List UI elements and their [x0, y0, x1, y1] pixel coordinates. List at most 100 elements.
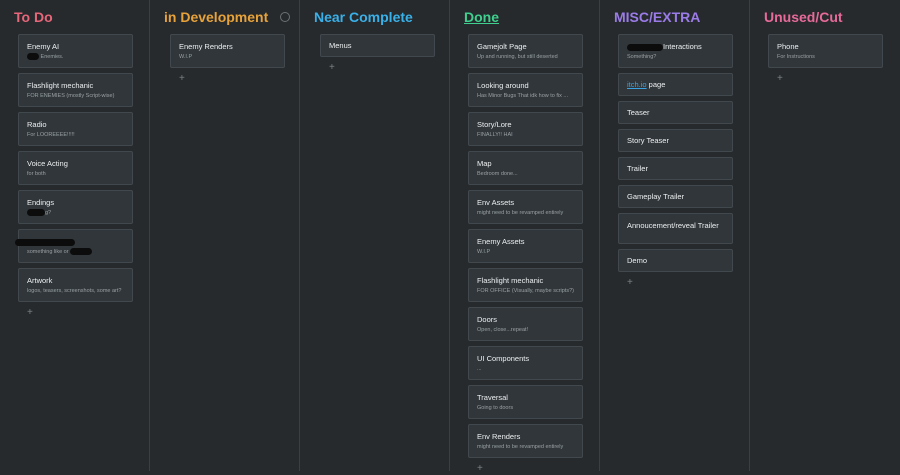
- card-subtitle: Up and running, but still deserted: [477, 54, 558, 60]
- card-title: Artwork: [27, 276, 53, 285]
- card-env-renders[interactable]: Env Renders might need to be revamped en…: [468, 424, 583, 458]
- add-card-button[interactable]: +: [627, 277, 637, 289]
- card-subtitle: W.I.P: [179, 54, 193, 60]
- card-title: Demo: [627, 256, 648, 265]
- card-subtitle: Something?: [627, 54, 657, 60]
- card-title: Annoucement/reveal Trailer: [627, 221, 719, 230]
- card-title: Menus: [329, 41, 352, 50]
- column-title: To Do: [14, 9, 53, 25]
- card-title: Trailer: [627, 164, 648, 173]
- column-title: Unused/Cut: [764, 9, 843, 25]
- card-traversal[interactable]: Traversal Going to doors: [468, 385, 583, 419]
- column-in-development: in Development Enemy Renders W.I.P +: [150, 0, 300, 471]
- card-title: Gamejolt Page: [477, 42, 527, 51]
- card-interactions[interactable]: Interactions Something?: [618, 34, 733, 68]
- card-enemy-assets[interactable]: Enemy Assets W.I.P: [468, 229, 583, 263]
- card-story-teaser[interactable]: Story Teaser: [618, 129, 733, 152]
- column-header[interactable]: Done: [450, 0, 599, 34]
- card-subtitle: Bedroom done...: [477, 171, 518, 177]
- card-title: page: [646, 80, 666, 89]
- card-title: Looking around: [477, 81, 529, 90]
- card-subtitle: ...: [477, 366, 482, 372]
- card-title: Voice Acting: [27, 159, 68, 168]
- card-title: Doors: [477, 315, 498, 324]
- card-looking-around[interactable]: Looking around Has Minor Bugs That idk h…: [468, 73, 583, 107]
- card-title: Flashlight mechanic: [477, 276, 544, 285]
- card-redacted[interactable]: something like or: [15, 229, 133, 263]
- card-doors[interactable]: Doors Open, close...repeat!: [468, 307, 583, 341]
- card-menus[interactable]: Menus: [320, 34, 435, 57]
- column-title: Done: [464, 9, 499, 25]
- card-env-assets[interactable]: Env Assets might need to be revamped ent…: [468, 190, 583, 224]
- card-flashlight-mechanic[interactable]: Flashlight mechanic FOR ENEMIES (mostly …: [18, 73, 133, 107]
- add-card-button[interactable]: +: [777, 73, 787, 85]
- column-header[interactable]: MISC/EXTRA: [600, 0, 749, 34]
- card-title: Teaser: [627, 108, 650, 117]
- add-card-button[interactable]: +: [179, 73, 189, 85]
- card-subtitle: something like or: [27, 249, 69, 255]
- redaction-mark: [627, 43, 663, 51]
- card-teaser[interactable]: Teaser: [618, 101, 733, 124]
- card-subtitle: for both: [27, 171, 46, 177]
- card-title: Story/Lore: [477, 120, 512, 129]
- card-title: Env Assets: [477, 198, 515, 207]
- card-artwork[interactable]: Artwork logos, teasers, screenshots, som…: [18, 268, 133, 302]
- card-title: Traversal: [477, 393, 508, 402]
- card-gamejolt-page[interactable]: Gamejolt Page Up and running, but still …: [468, 34, 583, 68]
- column-title: Near Complete: [314, 9, 413, 25]
- card-subtitle: g?: [45, 210, 52, 216]
- card-gameplay-trailer[interactable]: Gameplay Trailer: [618, 185, 733, 208]
- add-card-button[interactable]: +: [477, 463, 487, 475]
- card-subtitle: W.I.P: [477, 249, 491, 255]
- card-subtitle: logos, teasers, screenshots, some art?: [27, 288, 122, 294]
- card-demo[interactable]: Demo: [618, 249, 733, 272]
- card-title: Phone: [777, 42, 799, 51]
- column-unused-cut: Unused/Cut Phone For Instructions +: [750, 0, 900, 471]
- card-title: Interactions: [663, 42, 702, 51]
- card-map[interactable]: Map Bedroom done...: [468, 151, 583, 185]
- card-subtitle: For LOOREEEE!!!!!: [27, 132, 75, 138]
- column-header[interactable]: in Development: [150, 0, 299, 34]
- card-endings[interactable]: Endings g?: [18, 190, 133, 224]
- column-done: Done Gamejolt Page Up and running, but s…: [450, 0, 600, 474]
- column-options-icon[interactable]: [280, 12, 291, 22]
- add-card-button[interactable]: +: [329, 62, 339, 74]
- card-subtitle: might need to be revamped entirely: [477, 210, 564, 216]
- card-title: Radio: [27, 120, 47, 129]
- card-title: UI Components: [477, 354, 530, 363]
- card-title: Enemy Renders: [179, 42, 233, 51]
- card-enemy-renders[interactable]: Enemy Renders W.I.P: [170, 34, 285, 68]
- card-itchio-page[interactable]: itch.io page: [618, 73, 733, 96]
- card-subtitle: FOR ENEMIES (mostly Script-wise): [27, 93, 115, 99]
- column-near-complete: Near Complete Menus +: [300, 0, 450, 471]
- itchio-link[interactable]: itch.io: [627, 80, 647, 89]
- card-title: Enemy AI: [27, 42, 60, 51]
- card-title: Enemy Assets: [477, 237, 525, 246]
- card-title: Flashlight mechanic: [27, 81, 94, 90]
- column-header[interactable]: Unused/Cut: [750, 0, 900, 34]
- column-header[interactable]: Near Complete: [300, 0, 449, 34]
- card-story-lore[interactable]: Story/Lore FINALLY!! HAI: [468, 112, 583, 146]
- redaction-mark: [27, 53, 39, 61]
- card-title: Endings: [27, 198, 55, 207]
- card-title: Gameplay Trailer: [627, 192, 685, 201]
- card-flashlight-mechanic-office[interactable]: Flashlight mechanic FOR OFFICE (Visually…: [468, 268, 583, 302]
- card-title: Env Renders: [477, 432, 521, 441]
- card-title: Story Teaser: [627, 136, 669, 145]
- card-subtitle: For Instructions: [777, 54, 815, 60]
- card-title: Map: [477, 159, 492, 168]
- redaction-mark: [27, 209, 45, 217]
- card-trailer[interactable]: Trailer: [618, 157, 733, 180]
- card-announcement-trailer[interactable]: Annoucement/reveal Trailer: [618, 213, 733, 244]
- card-voice-acting[interactable]: Voice Acting for both: [18, 151, 133, 185]
- card-enemy-ai[interactable]: Enemy AI Enemies.: [18, 34, 133, 68]
- card-subtitle: might need to be revamped entirely: [477, 444, 564, 450]
- card-subtitle: Going to doors: [477, 405, 514, 411]
- column-title: MISC/EXTRA: [614, 9, 701, 25]
- card-ui-components[interactable]: UI Components ...: [468, 346, 583, 380]
- card-phone[interactable]: Phone For Instructions: [768, 34, 883, 68]
- card-subtitle: FOR OFFICE (Visually, maybe scripts?): [477, 288, 574, 294]
- column-header[interactable]: To Do: [0, 0, 149, 34]
- add-card-button[interactable]: +: [27, 307, 37, 319]
- card-radio[interactable]: Radio For LOOREEEE!!!!!: [18, 112, 133, 146]
